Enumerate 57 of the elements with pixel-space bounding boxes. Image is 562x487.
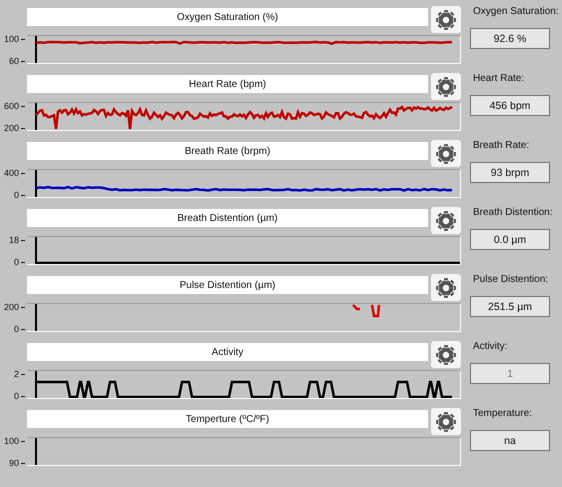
readout-value: 93 brpm xyxy=(470,162,550,183)
axis-tick-label: 400 xyxy=(4,168,19,178)
settings-button[interactable] xyxy=(431,408,461,435)
readout-label: Pulse Distention: xyxy=(473,274,550,287)
readout-label: Heart Rate: xyxy=(473,73,526,86)
readout-label: Temperature: xyxy=(473,408,533,421)
settings-button[interactable] xyxy=(431,207,461,234)
axis-tick-label: 60 xyxy=(8,56,19,66)
settings-icon xyxy=(435,410,457,432)
axis-tick-label: 90 xyxy=(8,458,19,468)
readout-value: 456 bpm xyxy=(470,95,550,116)
settings-icon xyxy=(435,276,457,298)
cursor-line xyxy=(35,103,37,130)
readout-value: na xyxy=(470,430,550,451)
settings-button[interactable] xyxy=(431,73,461,100)
trace-line xyxy=(352,304,380,318)
axis-tick-label: 2 xyxy=(14,369,19,379)
settings-button[interactable] xyxy=(431,140,461,167)
readout-value: 0.0 µm xyxy=(470,229,550,250)
settings-button[interactable] xyxy=(431,6,461,33)
readout-label: Breath Distention: xyxy=(473,207,552,220)
readout-value: 1 xyxy=(470,363,550,384)
chart-title: Heart Rate (bpm) xyxy=(27,75,428,93)
axis-tick-label: 0 xyxy=(14,190,19,200)
cursor-line xyxy=(35,170,37,197)
axis-tick-label: 600 xyxy=(4,101,19,111)
chart-title: Breath Distention (µm) xyxy=(27,209,428,227)
axis-tick-label: 18 xyxy=(8,235,19,245)
axis-tick-label: 0 xyxy=(14,391,19,401)
cursor-line xyxy=(35,304,37,331)
settings-icon xyxy=(435,210,457,232)
settings-icon xyxy=(435,344,457,366)
settings-icon xyxy=(435,142,457,164)
axis-tick-label: 200 xyxy=(4,123,19,133)
axis-tick-label: 0 xyxy=(14,257,19,267)
settings-button[interactable] xyxy=(431,274,461,301)
settings-icon xyxy=(435,76,457,98)
settings-icon xyxy=(435,8,457,30)
readout-value: 251.5 µm xyxy=(470,296,550,317)
chart-title: Oxygen Saturation (%) xyxy=(27,8,428,26)
readout-value: 92.6 % xyxy=(470,28,550,49)
chart-title: Pulse Distention (µm) xyxy=(27,276,428,294)
axis-tick-label: 0 xyxy=(14,324,19,334)
chart-title: Activity xyxy=(27,343,428,361)
cursor-line xyxy=(35,237,37,264)
cursor-line xyxy=(35,438,37,465)
cursor-line xyxy=(35,371,37,398)
readout-label: Oxygen Saturation: xyxy=(473,6,559,19)
chart-title: Breath Rate (brpm) xyxy=(27,142,428,160)
cursor-line xyxy=(35,36,37,63)
axis-tick-label: 200 xyxy=(4,302,19,312)
axis-tick-label: 100 xyxy=(4,436,19,446)
readout-label: Breath Rate: xyxy=(473,140,530,153)
chart-title: Temperture (ºC/ºF) xyxy=(27,410,428,428)
settings-button[interactable] xyxy=(431,341,461,368)
readout-label: Activity: xyxy=(473,341,508,354)
axis-tick-label: 100 xyxy=(4,34,19,44)
